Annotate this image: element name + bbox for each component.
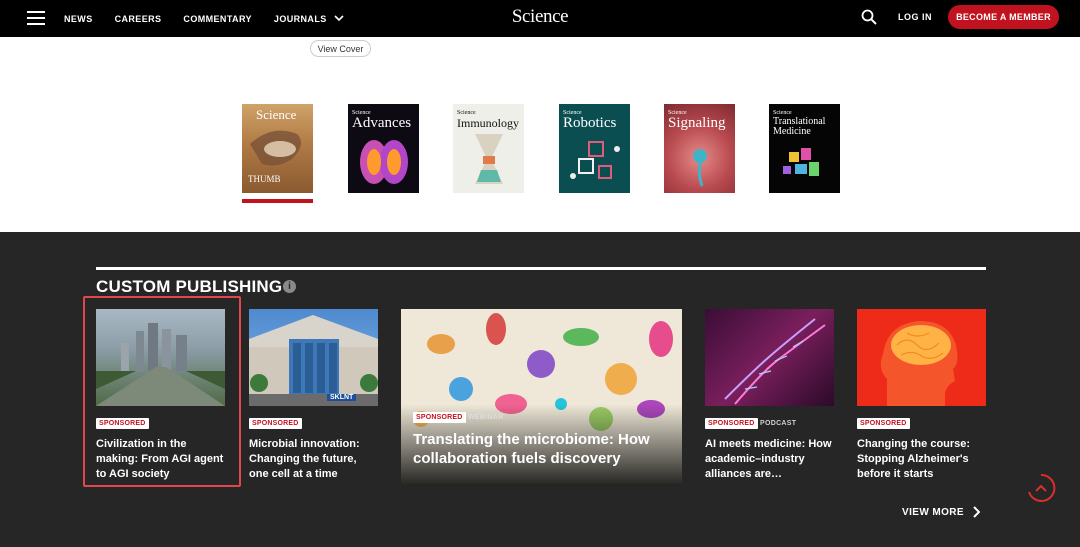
building-sign: SKLNT [327, 394, 357, 401]
cover-robotics-title: Science Robotics [563, 110, 617, 131]
section-divider [96, 267, 986, 270]
view-more-link[interactable]: VIEW MORE [902, 507, 964, 518]
cover-signaling-name: Signaling [668, 115, 726, 131]
scroll-to-top-icon[interactable] [1025, 472, 1057, 504]
sponsored-badge: SPONSORED [413, 412, 466, 423]
cover-science-immunology[interactable]: Science Immunology [453, 104, 524, 193]
sponsored-badge: SPONSORED [857, 418, 910, 429]
card-microbial-image: SKLNT [249, 309, 378, 406]
selection-highlight [83, 296, 241, 487]
card-microbiome-webinar[interactable]: SPONSORED WEBINAR Translating the microb… [401, 309, 682, 486]
selected-cover-indicator [242, 199, 313, 203]
info-icon[interactable]: i [283, 280, 296, 293]
sponsored-badge: SPONSORED [249, 418, 302, 429]
cover-advances-title: Science Advances [352, 110, 412, 131]
card-title[interactable]: Translating the microbiome: How collabor… [413, 430, 675, 468]
card-alzheimers-image [857, 309, 986, 406]
cover-immunology-title: Science Immunology [457, 110, 519, 130]
cover-science-signaling[interactable]: Science Signaling [664, 104, 735, 193]
cover-immunology-name: Immunology [457, 116, 519, 130]
sponsored-badge: SPONSORED [705, 418, 758, 429]
chevron-right-icon[interactable] [972, 506, 980, 518]
card-title[interactable]: AI meets medicine: How academic–industry… [705, 437, 835, 482]
cover-robotics-name: Robotics [563, 115, 617, 131]
card-title[interactable]: Microbial innovation: Changing the futur… [249, 437, 379, 482]
content-type-label: PODCAST [760, 420, 797, 427]
card-title[interactable]: Changing the course: Stopping Alzheimer'… [857, 437, 987, 482]
cover-advances-name: Advances [352, 115, 412, 131]
become-member-button[interactable]: BECOME A MEMBER [948, 5, 1059, 29]
cover-science-robotics[interactable]: Science Robotics [559, 104, 630, 193]
card-ai-meets-medicine[interactable]: SPONSORED PODCAST AI meets medicine: How… [705, 309, 835, 485]
cover-signaling-title: Science Signaling [668, 110, 726, 131]
cover-science-title: Science [256, 107, 297, 122]
cover-science-advances[interactable]: Science Advances [348, 104, 419, 193]
search-icon[interactable] [861, 9, 877, 25]
login-link[interactable]: LOG IN [898, 12, 932, 22]
card-ai-medicine-image [705, 309, 834, 406]
top-navigation-bar: NEWS CAREERS COMMENTARY JOURNALS Science… [0, 0, 1080, 37]
cover-science-translational-medicine[interactable]: Science Translational Medicine [769, 104, 840, 193]
section-title: CUSTOM PUBLISHING [96, 277, 283, 296]
card-microbial-innovation[interactable]: SKLNT SPONSORED Microbial innovation: Ch… [249, 309, 379, 485]
card-alzheimers[interactable]: SPONSORED Changing the course: Stopping … [857, 309, 987, 485]
content-type-label: WEBINAR [468, 414, 504, 421]
cover-stm-title: Science Translational Medicine [773, 110, 833, 137]
cover-stm-name: Translational Medicine [773, 116, 826, 137]
cover-science[interactable]: Science THUMB [242, 104, 313, 193]
view-cover-button[interactable]: View Cover [310, 40, 371, 57]
cover-science-caption: THUMB [248, 174, 281, 184]
